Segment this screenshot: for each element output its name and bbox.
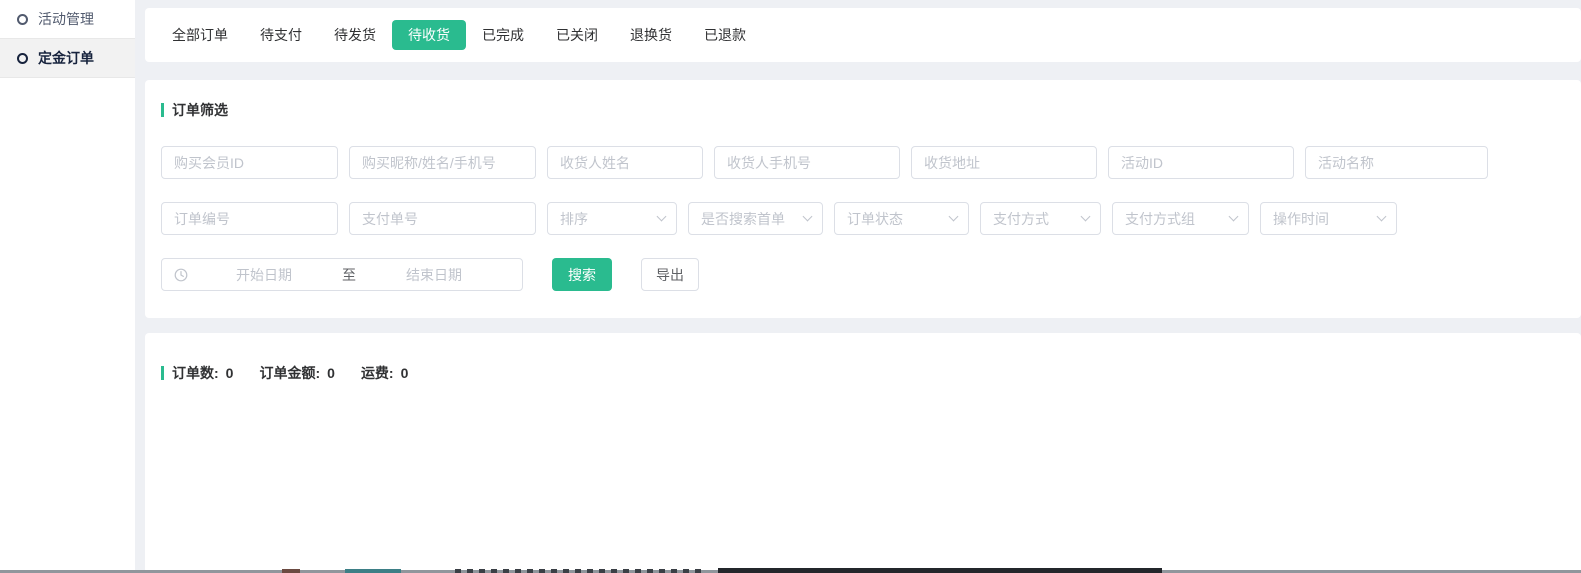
circle-outline-icon xyxy=(17,14,28,25)
order-status-tabs: 全部订单 待支付 待发货 待收货 已完成 已关闭 退换货 已退款 xyxy=(145,8,1581,62)
shipping-address-input[interactable] xyxy=(911,146,1097,179)
circle-outline-icon xyxy=(17,53,28,64)
consignee-name-input[interactable] xyxy=(547,146,703,179)
order-amount-stat: 订单金额: 0 xyxy=(259,363,334,383)
tab-pending-payment[interactable]: 待支付 xyxy=(244,20,318,50)
payment-number-input[interactable] xyxy=(349,202,536,235)
search-button[interactable]: 搜索 xyxy=(552,258,612,291)
filter-row-2: 排序 是否搜索首单 订单状态 支付方式 支付方式组 操作时间 xyxy=(161,202,1565,235)
select-placeholder: 排序 xyxy=(560,209,588,229)
chevron-down-icon xyxy=(949,212,959,222)
sort-select[interactable]: 排序 xyxy=(547,202,677,235)
filter-title-text: 订单筛选 xyxy=(172,100,228,120)
date-range-separator: 至 xyxy=(340,265,358,285)
chevron-down-icon xyxy=(657,212,667,222)
order-filter-panel: 订单筛选 排序 是否搜索首单 订单状态 xyxy=(145,80,1581,318)
accent-bar xyxy=(161,366,164,380)
activity-name-input[interactable] xyxy=(1305,146,1488,179)
buyer-nickname-name-phone-input[interactable] xyxy=(349,146,536,179)
sidebar-item-label: 活动管理 xyxy=(38,9,94,29)
payment-method-select[interactable]: 支付方式 xyxy=(980,202,1101,235)
clipped-bottom-segment xyxy=(282,569,300,573)
date-range-picker[interactable]: 开始日期 至 结束日期 xyxy=(161,258,523,291)
tab-completed[interactable]: 已完成 xyxy=(466,20,540,50)
tab-refunded[interactable]: 已退款 xyxy=(688,20,762,50)
select-placeholder: 订单状态 xyxy=(847,209,903,229)
order-amount-value: 0 xyxy=(327,365,335,381)
order-number-input[interactable] xyxy=(161,202,338,235)
tab-returns-exchanges[interactable]: 退换货 xyxy=(614,20,688,50)
tab-closed[interactable]: 已关闭 xyxy=(540,20,614,50)
sidebar-item-deposit-orders[interactable]: 定金订单 xyxy=(0,39,135,78)
payment-method-group-select[interactable]: 支付方式组 xyxy=(1112,202,1249,235)
order-summary: 订单数: 0 订单金额: 0 运费: 0 xyxy=(161,363,1565,383)
sidebar: 活动管理 定金订单 xyxy=(0,0,135,573)
clipped-bottom-segment xyxy=(455,569,705,573)
shipping-fee-stat: 运费: 0 xyxy=(361,363,408,383)
order-count-label: 订单数: xyxy=(172,363,219,383)
order-count-value: 0 xyxy=(226,365,234,381)
tab-pending-shipment[interactable]: 待发货 xyxy=(318,20,392,50)
activity-id-input[interactable] xyxy=(1108,146,1294,179)
shipping-fee-value: 0 xyxy=(401,365,409,381)
end-date-placeholder[interactable]: 结束日期 xyxy=(358,265,510,285)
chevron-down-icon xyxy=(1229,212,1239,222)
operation-time-select[interactable]: 操作时间 xyxy=(1260,202,1397,235)
tab-all-orders[interactable]: 全部订单 xyxy=(156,20,244,50)
filter-section-title: 订单筛选 xyxy=(161,100,1565,120)
clipped-bottom-segment xyxy=(345,569,401,573)
order-count-stat: 订单数: 0 xyxy=(172,363,233,383)
consignee-phone-input[interactable] xyxy=(714,146,900,179)
search-first-order-select[interactable]: 是否搜索首单 xyxy=(688,202,823,235)
select-placeholder: 操作时间 xyxy=(1273,209,1329,229)
main-content: 全部订单 待支付 待发货 待收货 已完成 已关闭 退换货 已退款 订单筛选 排序 xyxy=(145,0,1581,573)
order-status-select[interactable]: 订单状态 xyxy=(834,202,969,235)
shipping-fee-label: 运费: xyxy=(361,363,394,383)
select-placeholder: 是否搜索首单 xyxy=(701,209,785,229)
clock-icon xyxy=(174,268,188,282)
select-placeholder: 支付方式 xyxy=(993,209,1049,229)
clipped-bottom-segment xyxy=(718,568,1162,573)
chevron-down-icon xyxy=(1377,212,1387,222)
chevron-down-icon xyxy=(1081,212,1091,222)
filter-row-3: 开始日期 至 结束日期 搜索 导出 xyxy=(161,258,1565,291)
order-amount-label: 订单金额: xyxy=(259,363,320,383)
sidebar-item-activity-management[interactable]: 活动管理 xyxy=(0,0,135,39)
export-button[interactable]: 导出 xyxy=(641,258,699,291)
buyer-member-id-input[interactable] xyxy=(161,146,338,179)
tab-pending-receipt[interactable]: 待收货 xyxy=(392,20,466,50)
sidebar-item-label: 定金订单 xyxy=(38,48,94,68)
start-date-placeholder[interactable]: 开始日期 xyxy=(188,265,340,285)
order-results-panel: 订单数: 0 订单金额: 0 运费: 0 xyxy=(145,333,1581,573)
select-placeholder: 支付方式组 xyxy=(1125,209,1195,229)
filter-row-1 xyxy=(161,146,1565,179)
chevron-down-icon xyxy=(803,212,813,222)
accent-bar xyxy=(161,103,164,117)
